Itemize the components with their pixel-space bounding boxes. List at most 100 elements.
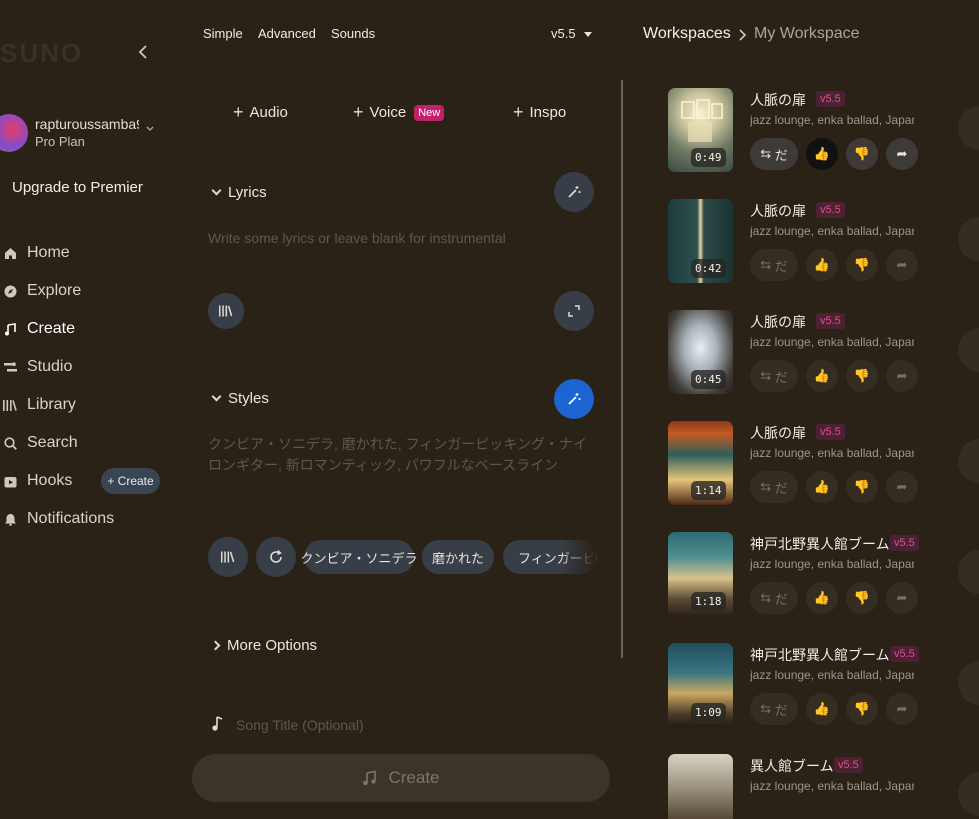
collapse-sidebar-button[interactable] xyxy=(136,40,152,64)
add-audio-label: Audio xyxy=(249,104,288,121)
dislike-button[interactable]: 👎 xyxy=(846,249,878,281)
song-card[interactable]: 1:09 神戸北野異人館ブーム v5.5 jazz lounge, enka b… xyxy=(668,643,968,733)
version-select[interactable]: v5.5 xyxy=(551,26,592,41)
tab-advanced[interactable]: Advanced xyxy=(258,26,316,41)
share-button[interactable]: ➦ xyxy=(886,249,918,281)
sidebar-item-notifications[interactable]: Notifications xyxy=(3,507,114,531)
breadcrumb-current[interactable]: My Workspace xyxy=(754,25,860,43)
like-button[interactable]: 👍 xyxy=(806,582,838,614)
remix-button[interactable]: ⇆ だ xyxy=(750,138,798,170)
remix-button[interactable]: ⇆ だ xyxy=(750,471,798,503)
styles-library-button[interactable] xyxy=(208,537,248,577)
chevron-down-icon[interactable] xyxy=(146,124,154,136)
song-cover[interactable]: 0:42 xyxy=(668,199,733,283)
style-chip[interactable]: クンビア・ソニデラ xyxy=(301,540,418,574)
song-title[interactable]: 人脈の扉 xyxy=(750,312,806,332)
remix-button[interactable]: ⇆ だ xyxy=(750,582,798,614)
dislike-button[interactable]: 👎 xyxy=(846,471,878,503)
lyrics-expand-button[interactable] xyxy=(554,291,594,331)
song-card[interactable]: 0:42 人脈の扉 v5.5 jazz lounge, enka ballad,… xyxy=(668,199,968,289)
create-button[interactable]: Create xyxy=(192,754,610,802)
song-card[interactable]: 1:14 人脈の扉 v5.5 jazz lounge, enka ballad,… xyxy=(668,421,968,511)
sidebar-item-home[interactable]: Home xyxy=(3,241,70,265)
share-icon: ➦ xyxy=(896,368,908,383)
panel-divider[interactable] xyxy=(621,80,623,658)
lyrics-magic-wand-button[interactable] xyxy=(554,172,594,212)
song-card[interactable]: 1:18 神戸北野異人館ブーム v5.5 jazz lounge, enka b… xyxy=(668,532,968,622)
more-options-label: More Options xyxy=(227,637,318,654)
like-button[interactable]: 👍 xyxy=(806,138,838,170)
share-button[interactable]: ➦ xyxy=(886,693,918,725)
sidebar-item-label: Search xyxy=(27,434,78,451)
like-button[interactable]: 👍 xyxy=(806,693,838,725)
remix-button[interactable]: ⇆ だ xyxy=(750,693,798,725)
sidebar-item-library[interactable]: Library xyxy=(3,393,76,417)
song-cover[interactable] xyxy=(668,754,733,819)
styles-magic-wand-button[interactable] xyxy=(554,379,594,419)
lyrics-toggle[interactable]: Lyrics xyxy=(211,184,267,201)
logo[interactable]: SUNO xyxy=(0,38,100,66)
song-cover[interactable]: 0:45 xyxy=(668,310,733,394)
lyrics-library-button[interactable] xyxy=(208,293,244,329)
remix-label: だ xyxy=(774,702,788,718)
share-button[interactable]: ➦ xyxy=(886,471,918,503)
create-label: Create xyxy=(388,768,440,787)
song-card[interactable]: 0:49 人脈の扉 v5.5 jazz lounge, enka ballad,… xyxy=(668,88,968,178)
hooks-create-button[interactable]: + Create xyxy=(101,468,160,494)
song-card[interactable]: 異人館ブーム v5.5 jazz lounge, enka ballad, Ja… xyxy=(668,754,968,819)
song-cover[interactable]: 1:14 xyxy=(668,421,733,505)
share-button[interactable]: ➦ xyxy=(886,582,918,614)
version-badge: v5.5 xyxy=(816,91,845,107)
remix-button[interactable]: ⇆ だ xyxy=(750,360,798,392)
sidebar-item-hooks[interactable]: Hooks xyxy=(3,469,72,493)
dislike-button[interactable]: 👎 xyxy=(846,360,878,392)
song-cover[interactable]: 0:49 xyxy=(668,88,733,172)
style-chip[interactable]: 磨かれた xyxy=(422,540,494,574)
add-audio-button[interactable]: + Audio xyxy=(233,102,288,123)
add-inspo-button[interactable]: + Inspo xyxy=(513,102,566,123)
sidebar-item-label: Home xyxy=(27,244,70,261)
song-title[interactable]: 人脈の扉 xyxy=(750,201,806,221)
sidebar-item-explore[interactable]: Explore xyxy=(3,279,81,303)
sidebar-item-studio[interactable]: Studio xyxy=(3,355,72,379)
song-cover[interactable]: 1:18 xyxy=(668,532,733,616)
sidebar-item-create[interactable]: Create xyxy=(3,317,75,341)
share-button[interactable]: ➦ xyxy=(886,138,918,170)
share-button[interactable]: ➦ xyxy=(886,360,918,392)
song-title[interactable]: 神戸北野異人館ブーム xyxy=(750,534,890,554)
song-title[interactable]: 人脈の扉 xyxy=(750,423,806,443)
song-tags: jazz lounge, enka ballad, Japan... xyxy=(750,335,914,349)
thumbs-down-icon: 👎 xyxy=(853,146,871,161)
add-voice-button[interactable]: + Voice New xyxy=(353,102,445,123)
tab-sounds[interactable]: Sounds xyxy=(331,26,375,41)
song-card[interactable]: 0:45 人脈の扉 v5.5 jazz lounge, enka ballad,… xyxy=(668,310,968,400)
breadcrumb-workspaces[interactable]: Workspaces xyxy=(643,25,731,43)
song-tags: jazz lounge, enka ballad, Japan... xyxy=(750,224,914,238)
dislike-button[interactable]: 👎 xyxy=(846,693,878,725)
song-title[interactable]: 神戸北野異人館ブーム xyxy=(750,645,890,665)
song-tags: jazz lounge, enka ballad, Japan... xyxy=(750,668,914,682)
user-name[interactable]: rapturoussamba9 xyxy=(35,116,139,132)
lyrics-input[interactable]: Write some lyrics or leave blank for ins… xyxy=(208,228,506,249)
upgrade-button[interactable]: Upgrade to Premier xyxy=(12,179,143,196)
song-title[interactable]: 異人館ブーム xyxy=(750,756,834,776)
like-button[interactable]: 👍 xyxy=(806,249,838,281)
dislike-button[interactable]: 👎 xyxy=(846,582,878,614)
tab-simple[interactable]: Simple xyxy=(203,26,243,41)
sidebar-item-search[interactable]: Search xyxy=(3,431,78,455)
song-title-input[interactable]: Song Title (Optional) xyxy=(236,715,364,736)
more-options-toggle[interactable]: More Options xyxy=(210,637,318,654)
song-title[interactable]: 人脈の扉 xyxy=(750,90,806,110)
expand-icon xyxy=(568,305,580,317)
avatar[interactable] xyxy=(0,114,28,152)
styles-refresh-button[interactable] xyxy=(256,537,296,577)
song-cover[interactable]: 1:09 xyxy=(668,643,733,727)
remix-button[interactable]: ⇆ だ xyxy=(750,249,798,281)
dislike-button[interactable]: 👎 xyxy=(846,138,878,170)
styles-input[interactable]: クンビア・ソニデラ, 磨かれた, フィンガーピッキング・ナイロンギター, 新ロマ… xyxy=(208,434,594,476)
music-note-icon xyxy=(363,770,377,786)
like-button[interactable]: 👍 xyxy=(806,360,838,392)
like-button[interactable]: 👍 xyxy=(806,471,838,503)
styles-toggle[interactable]: Styles xyxy=(211,390,269,407)
version-label: v5.5 xyxy=(551,26,576,41)
